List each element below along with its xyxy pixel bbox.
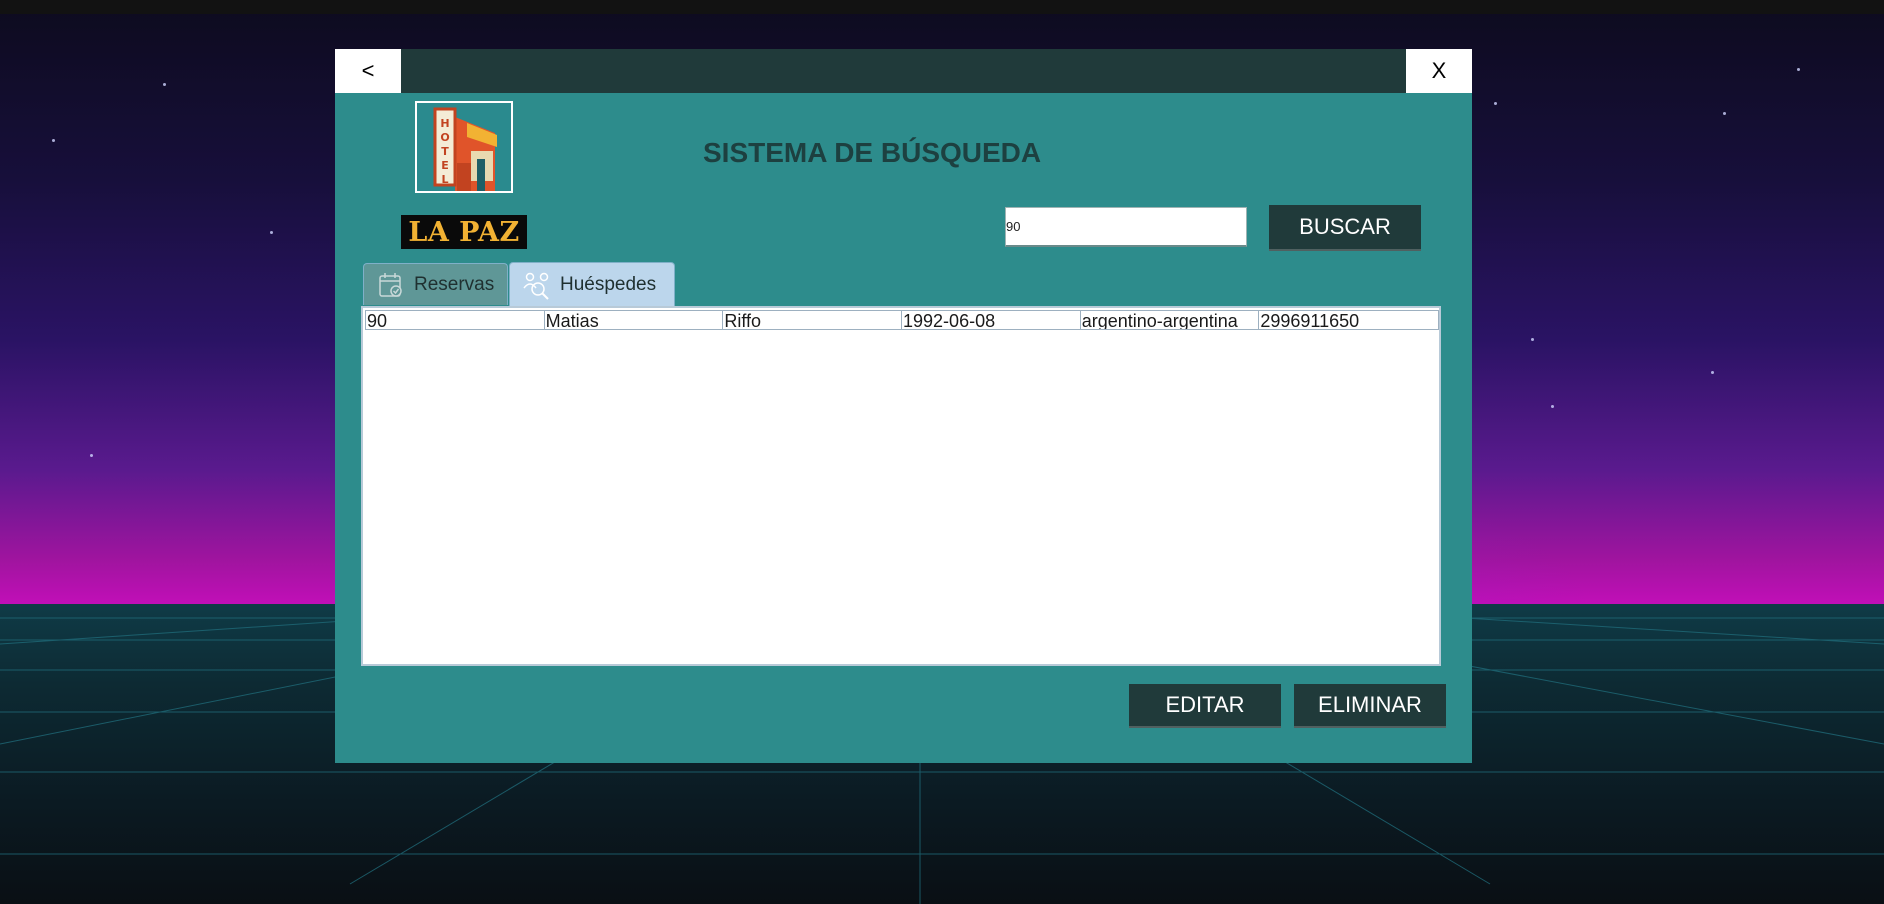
calendar-check-icon (379, 272, 402, 297)
star (270, 231, 273, 234)
tab-huespedes[interactable]: Huéspedes (509, 262, 675, 306)
sign-letter: H (440, 117, 449, 130)
star (1494, 102, 1497, 105)
delete-button[interactable]: ELIMINAR (1294, 684, 1446, 728)
cell-id[interactable]: 90 (366, 311, 545, 329)
screen-top-bar (0, 0, 1884, 14)
sign-letter: E (441, 159, 449, 172)
star (1551, 405, 1554, 408)
guests-search-icon (523, 272, 549, 300)
star (1797, 68, 1800, 71)
back-button[interactable]: < (335, 49, 401, 93)
star (163, 83, 166, 86)
title-bar[interactable]: < X (335, 49, 1472, 93)
tab-label: Reservas (414, 273, 495, 295)
star (1531, 338, 1534, 341)
hotel-building-icon: H O T E L (417, 103, 511, 191)
star (90, 454, 93, 457)
edit-button[interactable]: EDITAR (1129, 684, 1281, 728)
cell-first-name[interactable]: Matias (545, 311, 724, 329)
sign-letter: L (441, 173, 448, 186)
hotel-logo: H O T E L (415, 101, 513, 193)
cell-last-name[interactable]: Riffo (723, 311, 903, 329)
tab-reservas[interactable]: Reservas (363, 263, 508, 305)
star (1723, 112, 1726, 115)
search-input[interactable] (1005, 207, 1247, 247)
table-row[interactable]: 90 Matias Riffo 1992-06-08 argentino-arg… (365, 310, 1439, 330)
search-button[interactable]: BUSCAR (1269, 205, 1421, 251)
results-table[interactable]: 90 Matias Riffo 1992-06-08 argentino-arg… (361, 306, 1441, 666)
cell-birth-date[interactable]: 1992-06-08 (902, 311, 1081, 329)
close-button[interactable]: X (1406, 49, 1472, 93)
cell-phone[interactable]: 2996911650 (1259, 311, 1438, 329)
search-window: < X H O T E L LA PAZ SISTEMA DE BÚSQUEDA… (335, 49, 1472, 763)
star (1711, 371, 1714, 374)
tab-label: Huéspedes (560, 273, 657, 295)
hotel-name: LA PAZ (401, 215, 527, 249)
page-title: SISTEMA DE BÚSQUEDA (703, 137, 1042, 168)
cell-nationality[interactable]: argentino-argentina (1081, 311, 1260, 329)
sign-letter: O (440, 131, 449, 144)
sign-letter: T (441, 145, 449, 158)
star (52, 139, 55, 142)
